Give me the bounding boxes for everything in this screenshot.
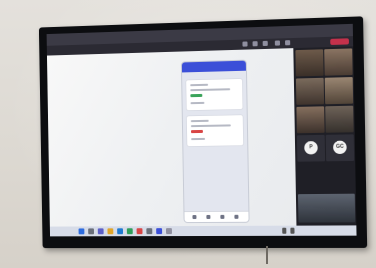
video-tile[interactable] [296,106,325,134]
start-icon[interactable] [78,228,85,235]
video-tile[interactable] [325,105,354,133]
home-icon[interactable] [192,215,197,220]
card-title-line [190,119,209,122]
card-title-line [190,83,209,86]
chat-icon[interactable] [242,41,248,47]
video-tile[interactable] [295,77,325,105]
status-badge [190,129,203,134]
card-text-line [190,88,231,91]
card-text-line [190,124,231,127]
avatar: P [304,141,318,155]
card-text-line [190,101,205,104]
avatar: GC [333,140,347,155]
wall-mounted-tv: P GC [38,16,368,249]
teams-icon[interactable] [97,228,104,235]
tv-cable [266,246,268,264]
taskbar [49,225,357,237]
wifi-icon[interactable] [282,227,287,234]
video-tile[interactable] [324,77,354,105]
browser-icon[interactable] [117,228,124,235]
search-icon[interactable] [88,228,95,235]
microphone-icon[interactable] [285,40,291,46]
phone-app-bar [181,60,246,73]
speaker-icon[interactable] [290,227,295,234]
folder-icon[interactable] [107,228,114,235]
app-icon[interactable] [165,228,172,235]
status-badge [190,93,203,98]
app-icon[interactable] [136,228,143,235]
camera-icon[interactable] [274,40,281,46]
phone-mockup [180,59,250,224]
calendar-icon[interactable] [220,214,225,219]
app-icon[interactable] [156,228,163,235]
app-icon[interactable] [126,228,133,235]
share-icon[interactable] [262,40,268,47]
list-item[interactable] [186,78,243,111]
people-icon[interactable] [252,41,258,47]
video-tile[interactable]: GC [325,134,355,162]
list-icon[interactable] [206,214,211,219]
video-tile[interactable] [295,49,324,77]
video-tile[interactable] [324,48,353,76]
video-tile[interactable]: P [296,134,326,162]
card-text-line [191,137,206,140]
profile-icon[interactable] [234,214,239,219]
list-item[interactable] [186,115,244,147]
tv-screen: P GC [46,23,357,237]
leave-button[interactable] [330,38,349,45]
participant-gallery: P GC [293,46,357,226]
video-tile[interactable] [297,193,356,223]
phone-bottom-nav [184,210,249,223]
app-icon[interactable] [146,228,153,235]
shared-screen [46,48,297,227]
